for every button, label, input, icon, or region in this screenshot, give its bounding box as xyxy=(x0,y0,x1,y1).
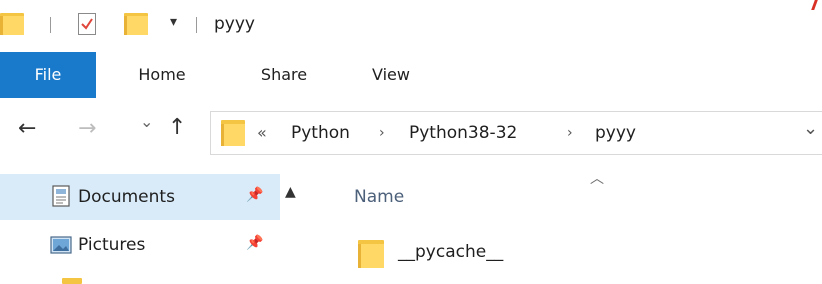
ribbon-tabs: File Home Share View xyxy=(0,52,822,98)
tab-home[interactable]: Home xyxy=(122,52,202,98)
tab-share[interactable]: Share xyxy=(244,52,324,98)
up-arrow-icon[interactable]: ↑ xyxy=(168,115,186,140)
window-title: pyyy xyxy=(214,14,255,34)
pictures-icon xyxy=(50,236,72,254)
nav-item-pictures[interactable]: Pictures 📌 xyxy=(0,222,280,268)
customize-toolbar-icon[interactable]: ▾ xyxy=(170,14,177,30)
overflow-chevron-icon[interactable]: « xyxy=(257,112,267,154)
folder-icon xyxy=(0,13,24,35)
column-header-name[interactable]: Name xyxy=(354,187,404,207)
folder-icon xyxy=(358,240,384,268)
title-bar: ▾ pyyy xyxy=(0,0,822,52)
file-list: ︿ Name __pycache__ xyxy=(300,168,822,284)
forward-arrow-icon[interactable]: → xyxy=(78,116,96,141)
nav-label-documents: Documents xyxy=(78,187,175,207)
list-item[interactable]: __pycache__ xyxy=(352,234,812,274)
tab-file[interactable]: File xyxy=(0,52,96,98)
nav-label-pictures: Pictures xyxy=(78,235,146,255)
pin-icon[interactable]: 📌 xyxy=(246,187,263,203)
file-name: __pycache__ xyxy=(398,242,504,262)
new-folder-icon[interactable] xyxy=(124,13,148,35)
navigation-bar: ← → ⌄ ↑ « Python › Python38-32 › pyyy ⌄ xyxy=(0,98,822,168)
nav-item-documents[interactable]: Documents 📌 xyxy=(0,174,280,220)
scroll-up-icon[interactable]: ▲ xyxy=(285,184,296,200)
folder-icon xyxy=(62,278,82,284)
back-arrow-icon[interactable]: ← xyxy=(18,116,36,141)
tab-view[interactable]: View xyxy=(356,52,426,98)
breadcrumb-python[interactable]: Python xyxy=(291,112,350,154)
pin-icon[interactable]: 📌 xyxy=(246,235,263,251)
navigation-pane: Documents 📌 ▲ Pictures 📌 xyxy=(0,168,300,284)
address-dropdown-icon[interactable]: ⌄ xyxy=(803,108,818,150)
toolbar-separator xyxy=(196,17,197,33)
recent-locations-icon[interactable]: ⌄ xyxy=(140,112,153,131)
window-edge-mark xyxy=(811,0,818,10)
address-bar[interactable]: « Python › Python38-32 › pyyy ⌄ xyxy=(210,111,822,155)
breadcrumb-chevron-icon[interactable]: › xyxy=(379,112,385,154)
folder-icon xyxy=(221,120,245,146)
breadcrumb-python38-32[interactable]: Python38-32 xyxy=(409,112,517,154)
documents-icon xyxy=(52,185,70,207)
breadcrumb-chevron-icon[interactable]: › xyxy=(567,112,573,154)
toolbar-separator xyxy=(50,17,51,33)
breadcrumb-pyyy[interactable]: pyyy xyxy=(595,112,636,154)
properties-icon[interactable] xyxy=(78,13,96,35)
sort-up-icon: ︿ xyxy=(590,171,604,187)
